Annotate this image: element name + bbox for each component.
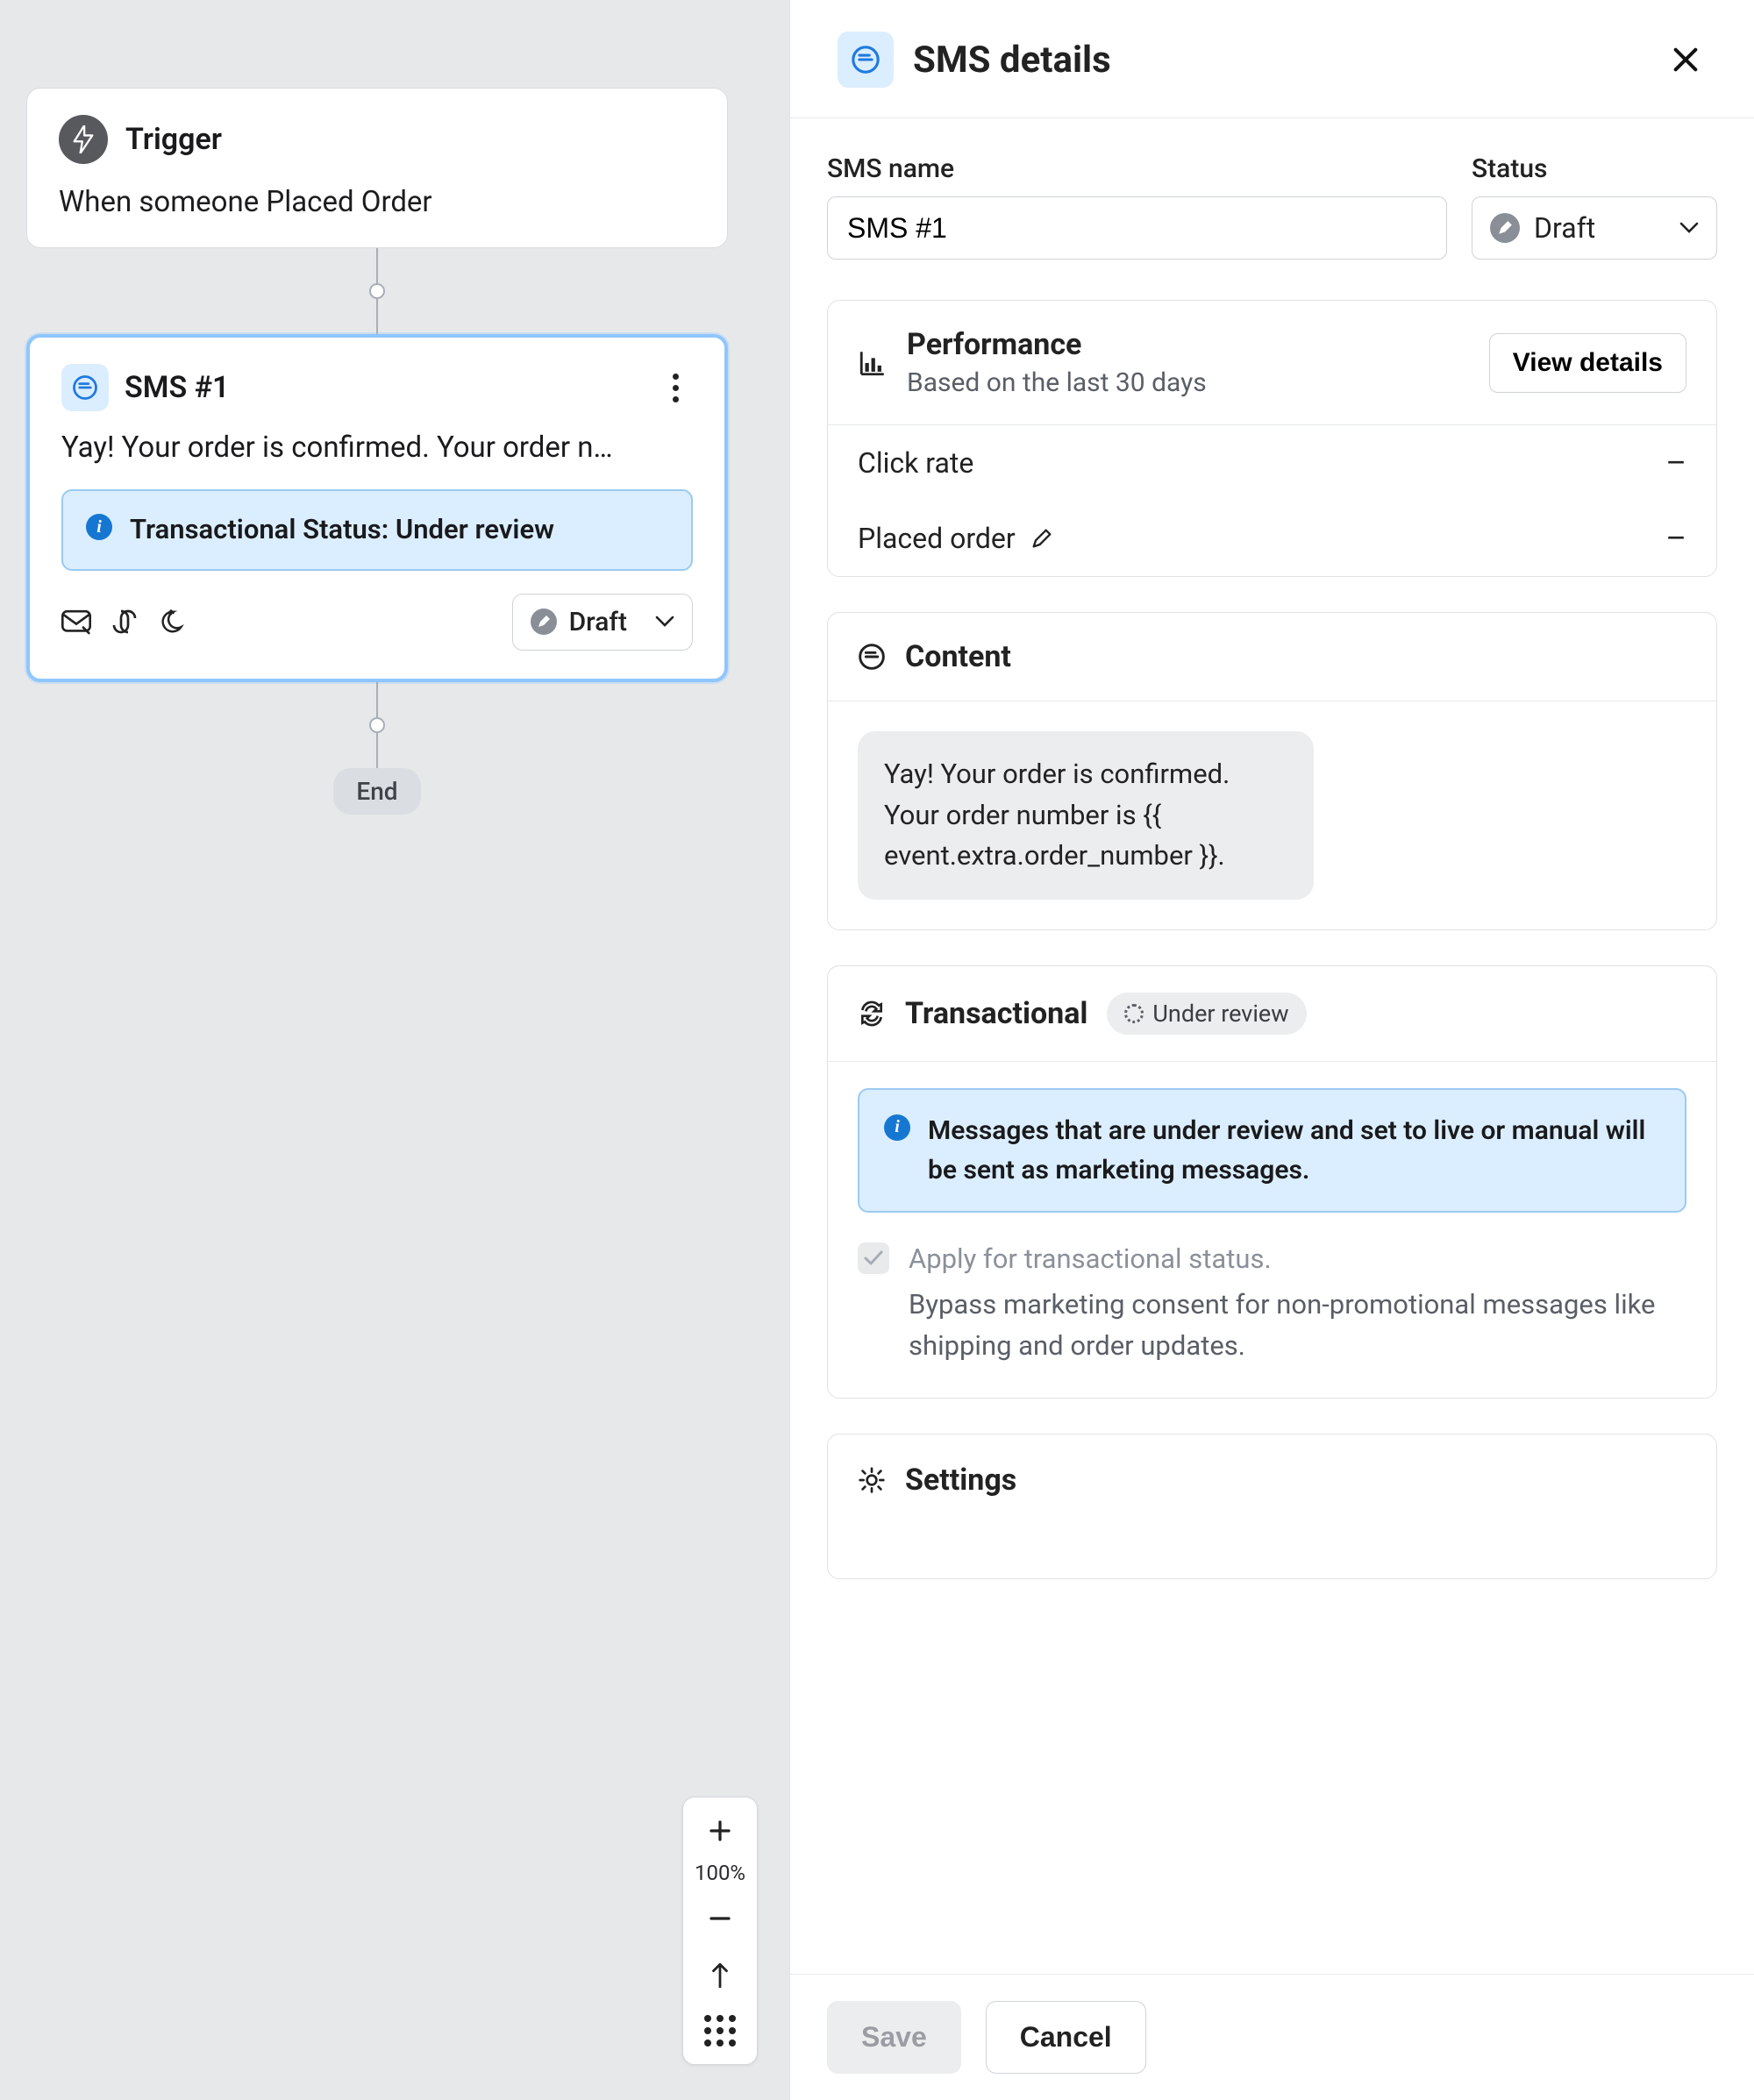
callout-text: Messages that are under review and set t… [928, 1111, 1660, 1190]
add-step-dot[interactable] [369, 283, 385, 299]
settings-section[interactable]: Settings [827, 1434, 1717, 1579]
settings-title: Settings [905, 1463, 1016, 1498]
cycle-icon [858, 1000, 886, 1028]
banner-text: Transactional Status: Under review [130, 510, 554, 550]
performance-subtitle: Based on the last 30 days [907, 367, 1207, 398]
zoom-fit-button[interactable] [683, 1947, 757, 2003]
pencil-icon [531, 609, 557, 635]
sms-content-bubble: Yay! Your order is confirmed. Your order… [858, 731, 1314, 900]
connector [369, 248, 385, 334]
metric-label: Placed order [858, 522, 1016, 555]
cancel-button[interactable]: Cancel [986, 2001, 1146, 2074]
sms-name-label: SMS name [827, 153, 1447, 184]
zoom-out-button[interactable] [683, 1890, 757, 1947]
pencil-icon [1490, 213, 1520, 243]
flow-canvas[interactable]: Trigger When someone Placed Order [0, 0, 789, 2100]
under-review-badge: Under review [1107, 993, 1306, 1035]
zoom-level: 100% [695, 1859, 745, 1890]
checkbox-disabled [858, 1242, 889, 1274]
moon-icon [158, 609, 184, 635]
sms-preview-text: Yay! Your order is confirmed. Your order… [61, 431, 693, 465]
metric-label: Click rate [858, 446, 973, 480]
view-details-button[interactable]: View details [1489, 333, 1686, 393]
transactional-section: Transactional Under review i Messages th… [827, 965, 1717, 1399]
end-badge: End [333, 768, 420, 815]
card-menu-button[interactable] [658, 370, 693, 405]
status-label: Status [1472, 153, 1717, 184]
metric-click-rate: Click rate – [828, 425, 1716, 501]
add-step-dot-2[interactable] [369, 717, 385, 733]
mail-icon [61, 609, 91, 635]
content-title: Content [905, 639, 1011, 674]
link-icon [111, 608, 139, 636]
close-button[interactable] [1665, 39, 1707, 81]
card-status-select[interactable]: Draft [512, 594, 693, 651]
badge-label: Under review [1152, 1000, 1288, 1028]
transactional-callout: i Messages that are under review and set… [858, 1088, 1686, 1213]
content-section: Content Yay! Your order is confirmed. Yo… [827, 612, 1717, 930]
apply-transactional-option: Apply for transactional status. Bypass m… [858, 1239, 1686, 1367]
edit-icon[interactable] [1030, 526, 1054, 551]
transactional-title: Transactional [905, 996, 1087, 1031]
status-select[interactable]: Draft [1472, 196, 1717, 260]
metric-placed-order: Placed order – [828, 501, 1716, 576]
info-icon: i [884, 1114, 910, 1141]
sms-card-title: SMS #1 [125, 370, 229, 405]
sms-icon [61, 364, 109, 411]
panel-title: SMS details [913, 39, 1645, 82]
save-button: Save [827, 2001, 961, 2074]
trigger-description: When someone Placed Order [59, 185, 695, 219]
chevron-down-icon [1679, 222, 1699, 234]
performance-section: Performance Based on the last 30 days Vi… [827, 300, 1717, 577]
metric-value: – [1665, 445, 1686, 481]
details-panel: SMS details SMS name Status D [789, 0, 1754, 2100]
trigger-card[interactable]: Trigger When someone Placed Order [26, 88, 728, 248]
gear-icon [858, 1466, 886, 1494]
sms-icon [838, 32, 894, 88]
zoom-in-button[interactable] [683, 1803, 757, 1859]
status-value: Draft [1534, 211, 1665, 245]
info-icon: i [86, 514, 112, 540]
apply-title: Apply for transactional status. [909, 1239, 1686, 1280]
performance-title: Performance [907, 327, 1207, 362]
spinner-icon [1124, 1004, 1144, 1023]
minimap-button[interactable] [704, 2003, 736, 2059]
zoom-controls: 100% [682, 1797, 758, 2065]
transactional-status-banner: i Transactional Status: Under review [61, 489, 693, 571]
trigger-title: Trigger [125, 122, 222, 157]
bolt-icon [59, 115, 108, 164]
apply-desc: Bypass marketing consent for non-promoti… [909, 1285, 1686, 1366]
sms-name-input[interactable] [827, 196, 1447, 260]
metric-value: – [1665, 520, 1686, 557]
sms-card[interactable]: SMS #1 Yay! Your order is confirmed. You… [26, 334, 728, 682]
chevron-down-icon [655, 616, 674, 628]
card-status-label: Draft [569, 607, 627, 637]
sms-icon [858, 643, 886, 671]
bar-chart-icon [858, 348, 888, 378]
connector-end [369, 682, 385, 768]
